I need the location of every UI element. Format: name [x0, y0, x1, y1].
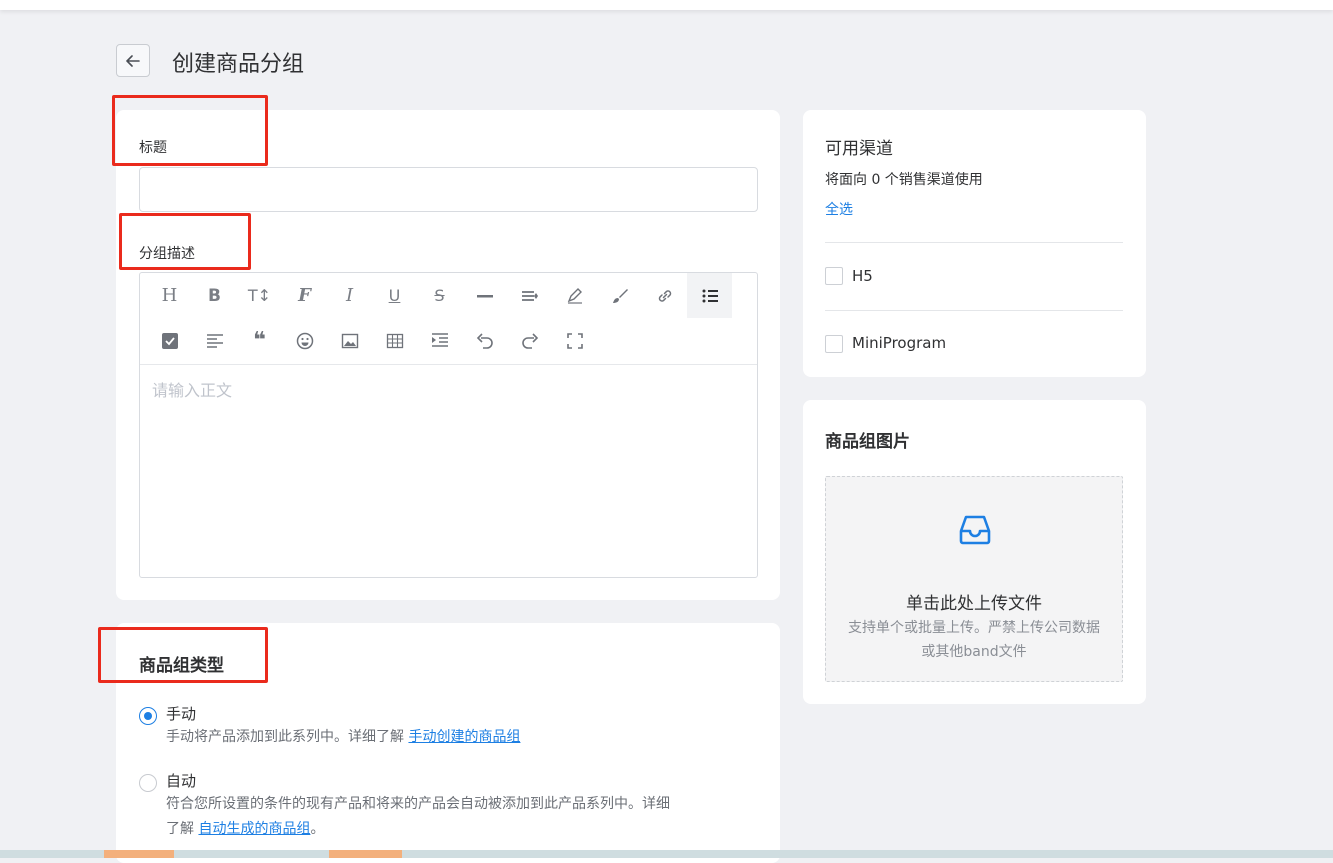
bold-icon: B	[208, 285, 221, 306]
strikethrough-icon: S	[434, 286, 445, 305]
font-size-icon: T↕	[247, 286, 272, 305]
editor-placeholder: 请输入正文	[152, 381, 233, 400]
back-button[interactable]	[116, 44, 150, 77]
inbox-icon	[959, 515, 991, 545]
miniprogram-label: MiniProgram	[852, 334, 947, 352]
strikethrough-button[interactable]: S	[417, 273, 462, 318]
italic-button[interactable]: I	[327, 273, 372, 318]
brush-icon	[612, 288, 628, 303]
h5-label: H5	[852, 267, 873, 285]
task-list-button[interactable]	[147, 318, 192, 363]
auto-desc-suffix: 。	[310, 821, 325, 837]
title-input[interactable]	[139, 167, 758, 212]
task-list-icon	[161, 332, 178, 349]
bottom-strip-block	[104, 850, 174, 858]
undo-button[interactable]	[462, 318, 507, 363]
horizontal-rule-icon	[476, 294, 493, 297]
align-left-button[interactable]	[192, 318, 237, 363]
font-size-button[interactable]: T↕	[237, 273, 282, 318]
line-height-button[interactable]	[507, 273, 552, 318]
font-family-button[interactable]: F	[282, 273, 327, 318]
redo-button[interactable]	[507, 318, 552, 363]
redo-icon	[521, 332, 538, 349]
upload-description: 支持单个或批量上传。严禁上传公司数据或其他band文件	[848, 620, 1100, 660]
emoji-icon	[296, 332, 313, 349]
horizontal-rule-button[interactable]	[462, 273, 507, 318]
indent-button[interactable]	[417, 318, 462, 363]
divider	[825, 242, 1123, 243]
link-button[interactable]	[642, 273, 687, 318]
editor-toolbar: H B T↕ F I U S ❝	[140, 273, 757, 365]
auto-desc-prefix: 了解	[166, 821, 199, 837]
image-button[interactable]	[327, 318, 372, 363]
highlight-button[interactable]	[552, 273, 597, 318]
miniprogram-checkbox[interactable]	[825, 335, 843, 353]
rich-text-editor[interactable]: H B T↕ F I U S ❝ 请输入正文	[139, 272, 758, 578]
undo-icon	[476, 332, 493, 349]
select-all-link[interactable]: 全选	[825, 199, 853, 219]
auto-desc-line2: 了解 自动生成的商品组。	[166, 817, 756, 842]
underline-button[interactable]: U	[372, 273, 417, 318]
link-icon	[658, 289, 671, 302]
manual-radio[interactable]	[139, 707, 157, 725]
auto-radio[interactable]	[139, 774, 157, 792]
divider	[825, 310, 1123, 311]
annotation-box	[112, 95, 268, 166]
auto-desc-line1: 符合您所设置的条件的现有产品和将来的产品会自动被添加到此产品系列中。详细	[166, 796, 670, 812]
upload-dropzone[interactable]: 单击此处上传文件 支持单个或批量上传。严禁上传公司数据或其他band文件	[825, 476, 1123, 682]
group-image-title: 商品组图片	[825, 432, 910, 452]
bold-button[interactable]: B	[192, 273, 237, 318]
auto-label: 自动	[166, 772, 197, 790]
auto-learn-more-link[interactable]: 自动生成的商品组	[198, 821, 310, 837]
h5-checkbox[interactable]	[825, 267, 843, 285]
line-height-icon	[521, 290, 538, 301]
table-icon	[386, 333, 403, 348]
upload-title: 单击此处上传文件	[906, 594, 1042, 614]
align-left-icon	[206, 333, 223, 348]
bottom-strip-block	[329, 850, 402, 858]
channels-subtitle: 将面向 0 个销售渠道使用	[825, 172, 983, 188]
fullscreen-icon	[566, 332, 583, 349]
quote-button[interactable]: ❝	[237, 318, 282, 363]
italic-icon: I	[345, 285, 354, 306]
top-bar	[0, 0, 1333, 10]
bullet-list-icon	[702, 289, 718, 302]
manual-learn-more-link[interactable]: 手动创建的商品组	[408, 729, 520, 745]
group-image-card: 商品组图片 单击此处上传文件 支持单个或批量上传。严禁上传公司数据或其他band…	[803, 400, 1146, 704]
underline-icon: U	[388, 286, 401, 305]
channels-title: 可用渠道	[825, 139, 893, 159]
basic-info-card: 标题 分组描述 H B T↕ F I U S ❝ 请输入正文	[116, 110, 780, 600]
quote-icon: ❝	[253, 328, 266, 353]
highlight-icon	[567, 287, 582, 304]
image-icon	[341, 333, 358, 348]
channels-card: 可用渠道 将面向 0 个销售渠道使用 全选 H5 MiniProgram	[803, 110, 1146, 377]
heading-icon: H	[161, 285, 178, 306]
annotation-box	[98, 627, 268, 683]
table-button[interactable]	[372, 318, 417, 363]
manual-label: 手动	[166, 705, 197, 723]
brush-button[interactable]	[597, 273, 642, 318]
bottom-strip	[0, 850, 1333, 858]
fullscreen-button[interactable]	[552, 318, 597, 363]
annotation-box	[119, 213, 251, 270]
auto-description: 符合您所设置的条件的现有产品和将来的产品会自动被添加到此产品系列中。详细 了解 …	[166, 792, 756, 842]
bullet-list-button[interactable]	[687, 273, 732, 318]
page-title: 创建商品分组	[172, 52, 305, 77]
indent-icon	[431, 332, 448, 347]
manual-desc-text: 手动将产品添加到此系列中。详细了解	[166, 729, 409, 745]
emoji-button[interactable]	[282, 318, 327, 363]
heading-button[interactable]: H	[147, 273, 192, 318]
font-family-icon: F	[298, 285, 311, 306]
manual-description: 手动将产品添加到此系列中。详细了解 手动创建的商品组	[166, 725, 520, 750]
arrow-left-icon	[126, 54, 140, 67]
